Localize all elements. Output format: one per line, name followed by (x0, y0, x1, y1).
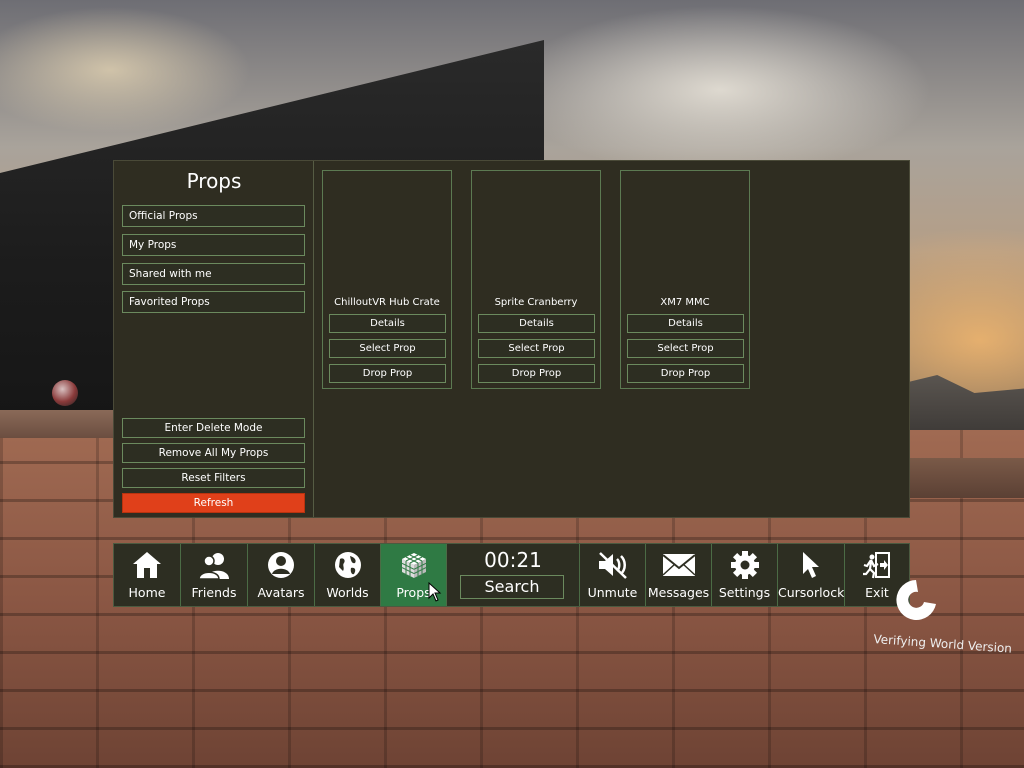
reset-filters-button[interactable]: Reset Filters (122, 468, 305, 488)
menu-label: Home (128, 585, 166, 600)
filter-official-props[interactable]: Official Props (122, 205, 305, 227)
prop-card: ChilloutVR Hub Crate Details Select Prop… (322, 170, 452, 389)
menu-home[interactable]: Home (114, 544, 181, 606)
low-wall-right (910, 458, 1024, 498)
friends-icon (181, 550, 247, 580)
menu-label: Settings (718, 585, 771, 600)
select-prop-button[interactable]: Select Prop (329, 339, 446, 358)
sphere-object (52, 380, 78, 406)
loading-spinner-icon (896, 580, 936, 620)
menu-label: Avatars (257, 585, 305, 600)
filter-my-props[interactable]: My Props (122, 234, 305, 256)
menu-label: Friends (191, 585, 237, 600)
details-button[interactable]: Details (627, 314, 744, 333)
select-prop-button[interactable]: Select Prop (627, 339, 744, 358)
avatar-icon (248, 550, 314, 580)
filter-shared-with-me[interactable]: Shared with me (122, 263, 305, 285)
menu-label: Cursorlock (778, 585, 845, 600)
envelope-icon (646, 550, 711, 580)
gear-icon (712, 550, 777, 580)
enter-delete-mode-button[interactable]: Enter Delete Mode (122, 418, 305, 438)
prop-card: XM7 MMC Details Select Prop Drop Prop (620, 170, 750, 389)
drop-prop-button[interactable]: Drop Prop (627, 364, 744, 383)
menu-messages[interactable]: Messages (646, 544, 712, 606)
remove-all-props-button[interactable]: Remove All My Props (122, 443, 305, 463)
drop-prop-button[interactable]: Drop Prop (478, 364, 595, 383)
menu-avatars[interactable]: Avatars (248, 544, 315, 606)
home-icon (114, 550, 180, 580)
props-sidebar: Props Official Props My Props Shared wit… (114, 161, 314, 517)
menu-settings[interactable]: Settings (712, 544, 778, 606)
menu-unmute[interactable]: Unmute (579, 544, 646, 606)
exit-icon (845, 550, 909, 580)
menu-label: Messages (647, 585, 710, 600)
menu-label: Worlds (326, 585, 369, 600)
quick-menu-bar: Home Friends Avatars Worlds Props 00:21 … (113, 543, 910, 607)
menu-label: Unmute (587, 585, 638, 600)
menu-worlds[interactable]: Worlds (315, 544, 381, 606)
mouse-pointer-icon (428, 582, 442, 602)
cube-icon (381, 550, 446, 580)
prop-name: Sprite Cranberry (494, 297, 578, 308)
filter-favorited-props[interactable]: Favorited Props (122, 291, 305, 313)
prop-name: ChilloutVR Hub Crate (334, 297, 440, 308)
details-button[interactable]: Details (329, 314, 446, 333)
prop-card: Sprite Cranberry Details Select Prop Dro… (471, 170, 601, 389)
prop-name: XM7 MMC (660, 297, 710, 308)
props-panel: Props Official Props My Props Shared wit… (113, 160, 910, 518)
drop-prop-button[interactable]: Drop Prop (329, 364, 446, 383)
refresh-button[interactable]: Refresh (122, 493, 305, 513)
menu-friends[interactable]: Friends (181, 544, 248, 606)
select-prop-button[interactable]: Select Prop (478, 339, 595, 358)
low-wall-left (0, 410, 114, 438)
details-button[interactable]: Details (478, 314, 595, 333)
cursor-icon (778, 550, 844, 580)
globe-icon (315, 550, 380, 580)
speaker-muted-icon (580, 550, 645, 580)
search-button[interactable]: Search (460, 575, 564, 599)
panel-title: Props (186, 169, 242, 193)
clock: 00:21 (484, 548, 542, 572)
menu-cursorlock[interactable]: Cursorlock (778, 544, 845, 606)
